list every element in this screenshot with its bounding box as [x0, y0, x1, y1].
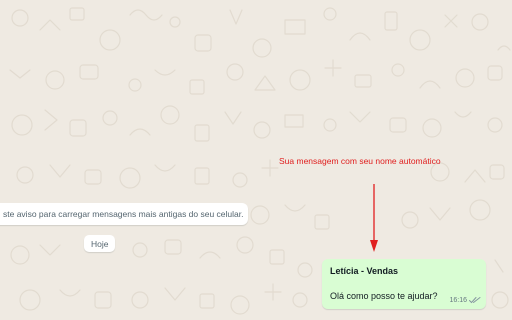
message-meta: 16:16: [449, 296, 481, 304]
annotation-label: Sua mensagem com seu nome automático: [279, 156, 441, 166]
load-older-messages-notice[interactable]: ste aviso para carregar mensagens mais a…: [0, 203, 248, 225]
date-separator: Hoje: [84, 235, 116, 252]
double-check-icon: [469, 297, 481, 304]
notice-text: ste aviso para carregar mensagens mais a…: [3, 209, 244, 219]
annotation-arrow: [370, 184, 378, 252]
message-sender-name: Letícia - Vendas: [330, 266, 399, 276]
message-text: Olá como posso te ajudar?: [330, 291, 438, 301]
date-label: Hoje: [91, 238, 109, 249]
outgoing-message-bubble[interactable]: Letícia - Vendas Olá como posso te ajuda…: [322, 259, 486, 309]
message-time: 16:16: [449, 296, 467, 304]
